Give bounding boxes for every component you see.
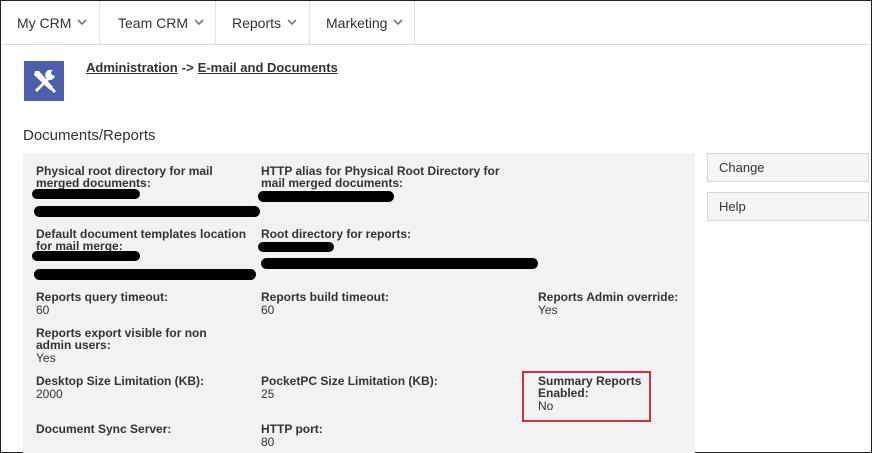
field-desktop-limit: Desktop Size Limitation (KB): 2000 [36, 375, 256, 400]
redacted-value [32, 251, 140, 261]
change-button[interactable]: Change [707, 153, 869, 182]
section-title: Documents/Reports [23, 127, 156, 144]
field-value: 2000 [36, 387, 63, 401]
chevron-down-icon [287, 19, 297, 26]
chevron-down-icon [77, 19, 88, 26]
nav-reports-label: Reports [232, 14, 282, 31]
tools-icon [24, 61, 64, 101]
redacted-value [258, 242, 334, 252]
field-build-timeout: Reports build timeout: 60 [261, 291, 521, 316]
field-label: PocketPC Size Limitation (KB): [261, 374, 438, 388]
field-label: Document Sync Server: [36, 422, 172, 436]
breadcrumb-administration-link[interactable]: Administration [86, 60, 178, 75]
nav-reports[interactable]: Reports [216, 1, 310, 44]
field-physical-root: Physical root directory for mail merged … [36, 165, 256, 189]
field-label: Physical root directory for mail merged … [36, 164, 213, 190]
field-value: 25 [261, 387, 275, 401]
field-http-port: HTTP port: 80 [261, 423, 521, 448]
field-templates-location: Default document templates location for … [36, 228, 258, 252]
top-navigation: My CRM Team CRM Reports Marketing [1, 1, 871, 45]
field-value: 60 [36, 303, 50, 317]
nav-my-crm[interactable]: My CRM [1, 1, 100, 44]
redacted-value [34, 206, 260, 217]
field-export-visible: Reports export visible for non admin use… [36, 327, 241, 364]
nav-marketing[interactable]: Marketing [310, 1, 415, 44]
highlight-box [522, 371, 651, 422]
field-http-alias: HTTP alias for Physical Root Directory f… [261, 165, 521, 189]
chevron-down-icon [194, 19, 204, 26]
field-label: Reports export visible for non admin use… [36, 326, 207, 352]
field-pocketpc-limit: PocketPC Size Limitation (KB): 25 [261, 375, 521, 400]
redacted-value [34, 269, 256, 280]
field-value: 80 [261, 435, 275, 449]
field-admin-override: Reports Admin override: Yes [538, 291, 688, 316]
field-sync-server: Document Sync Server: [36, 423, 256, 435]
nav-marketing-label: Marketing [326, 14, 388, 31]
breadcrumb-email-documents-link[interactable]: E-mail and Documents [198, 60, 338, 75]
field-label: HTTP port: [261, 422, 323, 436]
field-label: Default document templates location for … [36, 227, 247, 253]
field-label: Root directory for reports: [261, 227, 412, 241]
field-label: Reports query timeout: [36, 290, 169, 304]
field-value: 60 [261, 303, 275, 317]
field-value: Yes [36, 351, 56, 365]
redacted-value [258, 191, 394, 202]
field-label: Desktop Size Limitation (KB): [36, 374, 205, 388]
help-button[interactable]: Help [707, 192, 869, 221]
field-label: Reports build timeout: [261, 290, 389, 304]
field-query-timeout: Reports query timeout: 60 [36, 291, 256, 316]
nav-team-crm-label: Team CRM [118, 14, 189, 31]
redacted-value [32, 189, 140, 199]
nav-my-crm-label: My CRM [17, 14, 72, 31]
field-label: Reports Admin override: [538, 290, 679, 304]
breadcrumb: Administration -> E-mail and Documents [86, 60, 338, 75]
field-value: Yes [538, 303, 558, 317]
breadcrumb-separator: -> [181, 60, 194, 75]
chevron-down-icon [393, 19, 404, 26]
redacted-value [261, 258, 538, 269]
field-label: HTTP alias for Physical Root Directory f… [261, 164, 500, 190]
nav-team-crm[interactable]: Team CRM [100, 1, 216, 44]
field-root-reports: Root directory for reports: [261, 228, 521, 240]
